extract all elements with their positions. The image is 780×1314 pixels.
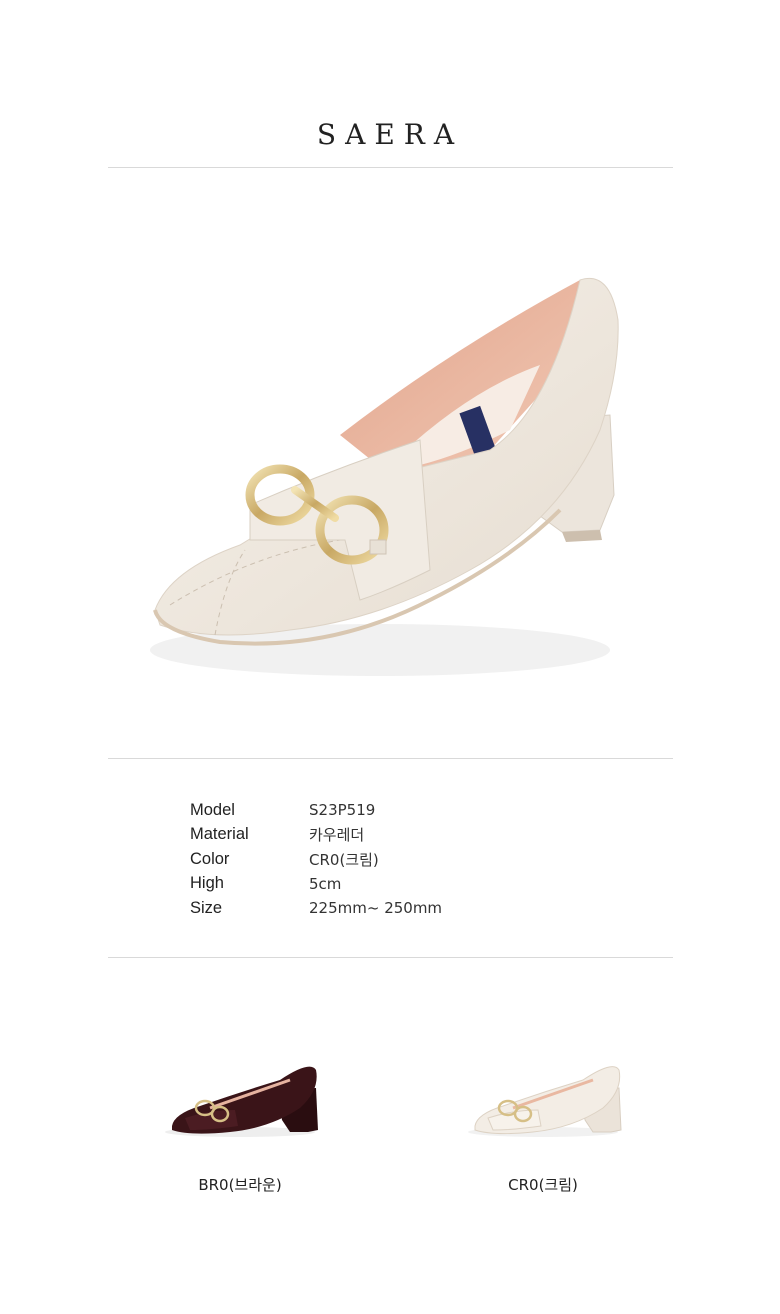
spec-row-high: High 5cm: [190, 872, 442, 897]
spec-table: Model S23P519 Material 카우레더 Color CR0(크림…: [190, 798, 442, 921]
spec-row-color: Color CR0(크림): [190, 847, 442, 872]
spec-value: CR0(크림): [309, 850, 379, 869]
spec-label: Size: [190, 898, 223, 917]
product-hero-image: [130, 240, 650, 700]
spec-label: Color: [190, 849, 230, 868]
spec-value: 225mm~ 250mm: [309, 899, 443, 918]
spec-row-material: Material 카우레더: [190, 823, 442, 848]
variant-cream[interactable]: CR0(크림): [458, 1050, 628, 1195]
variant-label: CR0(크림): [508, 1176, 578, 1194]
spec-label: Material: [190, 825, 249, 844]
spec-value: 5cm: [309, 874, 342, 893]
variant-label: BR0(브라운): [198, 1176, 282, 1194]
divider-middle: [108, 758, 673, 759]
variant-brown-image: [165, 1066, 318, 1137]
spec-row-size: Size 225mm~ 250mm: [190, 896, 442, 921]
brand-logo: SAERA: [316, 118, 464, 151]
variant-brown[interactable]: BR0(브라운): [155, 1050, 325, 1195]
spec-row-model: Model S23P519: [190, 798, 442, 823]
variant-cream-image: [468, 1066, 622, 1137]
spec-value: 카우레더: [309, 826, 365, 845]
divider-top: [108, 167, 673, 168]
divider-bottom: [108, 957, 673, 958]
spec-value: S23P519: [309, 801, 376, 820]
spec-label: Model: [190, 800, 235, 819]
spec-label: High: [190, 874, 224, 893]
